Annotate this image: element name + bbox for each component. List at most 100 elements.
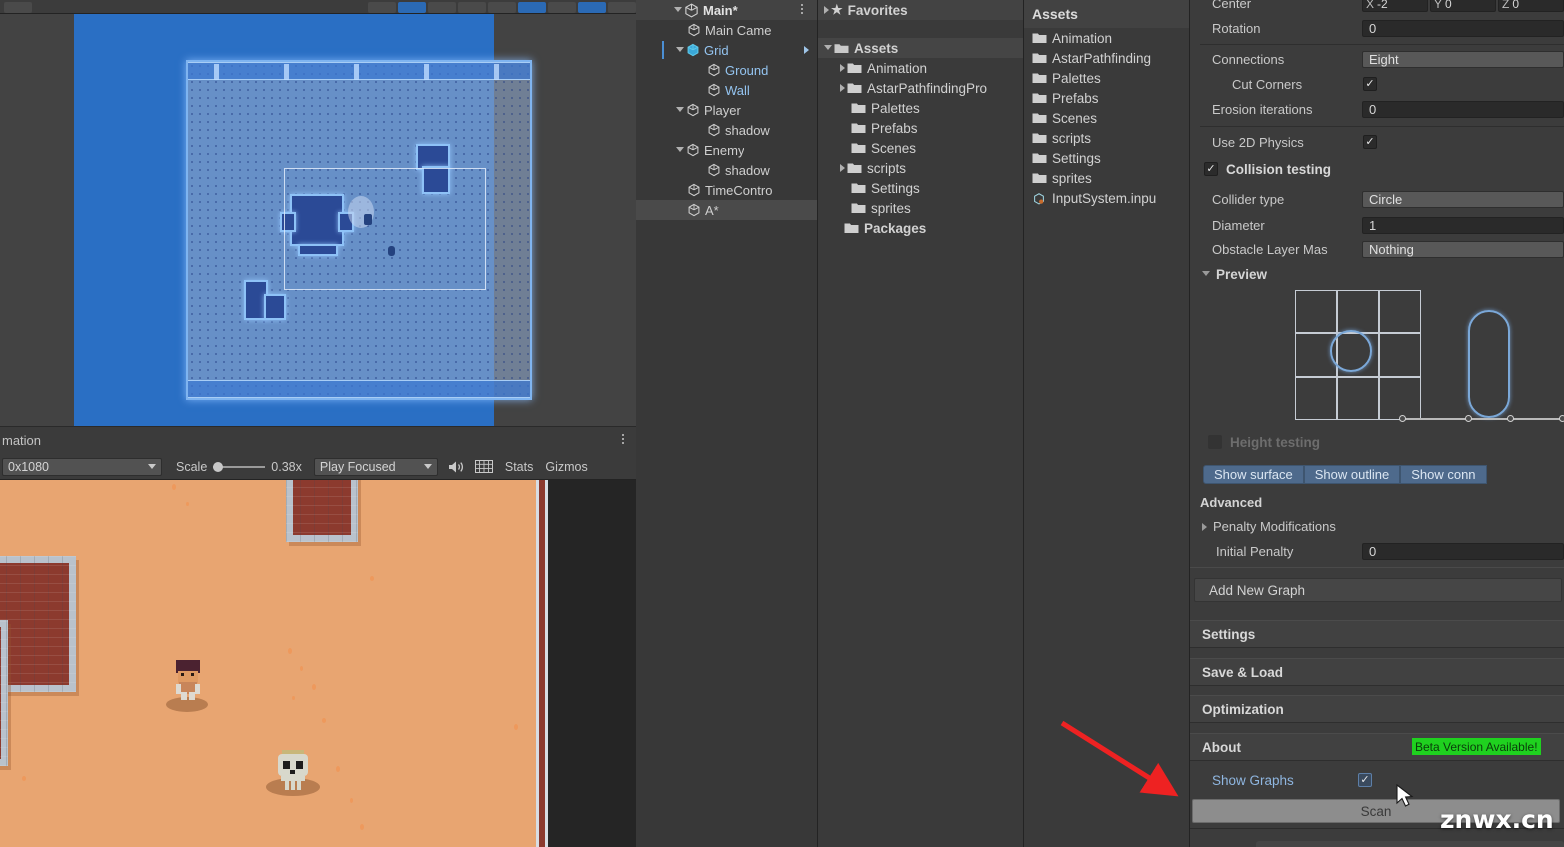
hierarchy-item-ground[interactable]: Ground	[636, 60, 817, 80]
scale-slider-knob[interactable]	[213, 461, 224, 472]
hierarchy-scene-row[interactable]: Main*	[636, 0, 817, 20]
asset-item-scripts[interactable]: scripts	[1024, 128, 1189, 148]
height-testing-checkbox[interactable]	[1208, 435, 1222, 449]
asset-item-scenes[interactable]: Scenes	[1024, 108, 1189, 128]
cut-corners-checkbox[interactable]: ✓	[1363, 77, 1377, 91]
kebab-menu-icon[interactable]	[801, 4, 803, 14]
add-new-graph-button[interactable]: Add New Graph	[1194, 578, 1562, 602]
center-y-field[interactable]: Y 0	[1430, 0, 1496, 12]
obstacle-layer-mask-dropdown[interactable]: Nothing	[1362, 241, 1564, 258]
stats-button[interactable]: Stats	[505, 460, 534, 474]
penalty-modifications-row[interactable]: Penalty Modifications	[1190, 514, 1564, 539]
chevron-right-icon[interactable]	[840, 164, 845, 172]
optimization-section-header[interactable]: Optimization	[1190, 695, 1564, 723]
preview-foldout-row[interactable]: Preview	[1190, 262, 1564, 287]
kebab-menu-icon[interactable]	[622, 434, 624, 444]
asset-item-prefabs[interactable]: Prefabs	[1024, 88, 1189, 108]
collider-type-row[interactable]: Collider type Circle	[1190, 187, 1564, 212]
show-surface-toggle[interactable]: Show surface	[1203, 465, 1304, 484]
rotation-field[interactable]: 0	[1362, 20, 1564, 37]
chevron-down-icon[interactable]	[676, 46, 684, 56]
chevron-down-icon[interactable]	[674, 6, 682, 16]
asset-item-palettes[interactable]: Palettes	[1024, 68, 1189, 88]
use-2d-physics-checkbox[interactable]: ✓	[1363, 135, 1377, 149]
asset-item-settings[interactable]: Settings	[1024, 148, 1189, 168]
play-focus-dropdown[interactable]: Play Focused	[313, 457, 438, 476]
erosion-row[interactable]: Erosion iterations 0	[1190, 97, 1564, 122]
game-view-tab-label[interactable]: mation	[0, 433, 41, 448]
speaker-icon[interactable]	[448, 460, 465, 474]
grid-icon[interactable]	[474, 460, 493, 473]
axis-handle[interactable]	[1559, 415, 1564, 422]
assets-root-row[interactable]: Assets	[818, 38, 1023, 58]
scene-view[interactable]	[0, 14, 636, 426]
project-tree-item-scripts[interactable]: scripts	[818, 158, 1023, 178]
resolution-dropdown[interactable]: 0x1080	[2, 457, 162, 476]
hierarchy-item-timecontro[interactable]: TimeContro	[636, 180, 817, 200]
display-toggle-group[interactable]: Show surface Show outline Show conn	[1203, 465, 1487, 484]
asset-item-inputsystem-inpu[interactable]: InputSystem.inpu	[1024, 188, 1189, 208]
hierarchy-item-shadow[interactable]: shadow	[636, 120, 817, 140]
asset-item-animation[interactable]: Animation	[1024, 28, 1189, 48]
connections-row[interactable]: Connections Eight	[1190, 47, 1564, 72]
chevron-down-icon[interactable]	[676, 106, 684, 116]
scale-slider[interactable]	[213, 461, 266, 472]
obstacle-layer-mask-row[interactable]: Obstacle Layer Mas Nothing	[1190, 237, 1564, 262]
initial-penalty-field[interactable]: 0	[1362, 543, 1564, 560]
chevron-down-icon[interactable]	[1202, 271, 1210, 280]
show-connections-toggle[interactable]: Show conn	[1400, 465, 1487, 484]
hierarchy-item-grid[interactable]: Grid	[636, 40, 817, 60]
show-graphs-checkbox[interactable]: ✓	[1358, 773, 1372, 787]
hierarchy-item-shadow[interactable]: shadow	[636, 160, 817, 180]
show-outline-toggle[interactable]: Show outline	[1303, 465, 1401, 484]
project-tree-item-prefabs[interactable]: Prefabs	[818, 118, 1023, 138]
toolbar-button[interactable]	[4, 2, 32, 13]
connections-dropdown[interactable]: Eight	[1362, 51, 1564, 68]
collider-type-dropdown[interactable]: Circle	[1362, 191, 1564, 208]
assets-list-panel[interactable]: Assets Animation AstarPathfinding Palettes…	[1024, 0, 1190, 847]
asset-item-astarpathfinding[interactable]: AstarPathfinding	[1024, 48, 1189, 68]
project-tree-panel[interactable]: ★ Favorites Assets Animation AstarPathfin…	[818, 0, 1024, 847]
rotation-row[interactable]: Rotation 0	[1190, 16, 1564, 41]
chevron-right-icon[interactable]	[840, 84, 845, 92]
center-row[interactable]: Center X -2 Y 0 Z 0	[1190, 0, 1564, 16]
chevron-down-icon[interactable]	[824, 44, 832, 54]
toolbar-button[interactable]	[548, 2, 576, 13]
collision-testing-checkbox[interactable]: ✓	[1204, 162, 1218, 176]
project-tree-item-animation[interactable]: Animation	[818, 58, 1023, 78]
project-tree-item-scenes[interactable]: Scenes	[818, 138, 1023, 158]
gizmos-button[interactable]: Gizmos	[545, 460, 587, 474]
initial-penalty-row[interactable]: Initial Penalty 0	[1190, 539, 1564, 564]
chevron-right-icon[interactable]	[824, 6, 829, 14]
project-tree-item-sprites[interactable]: sprites	[818, 198, 1023, 218]
diameter-row[interactable]: Diameter 1	[1190, 213, 1564, 238]
chevron-down-icon[interactable]	[676, 146, 684, 156]
toolbar-button-active[interactable]	[518, 2, 546, 13]
cut-corners-row[interactable]: Cut Corners ✓	[1190, 72, 1564, 97]
axis-handle[interactable]	[1465, 415, 1472, 422]
diameter-field[interactable]: 1	[1362, 217, 1564, 234]
erosion-field[interactable]: 0	[1362, 101, 1564, 118]
height-testing-row[interactable]: Height testing	[1190, 430, 1564, 455]
asset-item-sprites[interactable]: sprites	[1024, 168, 1189, 188]
use-2d-physics-row[interactable]: Use 2D Physics ✓	[1190, 130, 1564, 155]
game-view-toolbar[interactable]: 0x1080 Scale 0.38x Play Focused Stats Gi…	[0, 454, 636, 480]
hierarchy-panel[interactable]: Main* Main Came Grid Ground Wall Player shado…	[636, 0, 818, 847]
favorites-row[interactable]: ★ Favorites	[818, 0, 1023, 20]
chevron-right-icon[interactable]	[840, 64, 845, 72]
project-tree-item-settings[interactable]: Settings	[818, 178, 1023, 198]
hierarchy-item-enemy[interactable]: Enemy	[636, 140, 817, 160]
toolbar-button[interactable]	[458, 2, 486, 13]
inspector-panel[interactable]: Center X -2 Y 0 Z 0 Rotation 0 Connectio…	[1190, 0, 1564, 847]
chevron-right-icon[interactable]	[1202, 522, 1207, 531]
toolbar-button-active[interactable]	[578, 2, 606, 13]
toolbar-button-active[interactable]	[398, 2, 426, 13]
axis-handle[interactable]	[1507, 415, 1514, 422]
game-view-tabbar[interactable]: mation	[0, 426, 636, 454]
chevron-right-icon[interactable]	[804, 46, 809, 54]
toolbar-button[interactable]	[608, 2, 636, 13]
axis-handle[interactable]	[1399, 415, 1406, 422]
hierarchy-item-main-came[interactable]: Main Came	[636, 20, 817, 40]
save-load-section-header[interactable]: Save & Load	[1190, 658, 1564, 686]
center-x-field[interactable]: X -2	[1362, 0, 1428, 12]
